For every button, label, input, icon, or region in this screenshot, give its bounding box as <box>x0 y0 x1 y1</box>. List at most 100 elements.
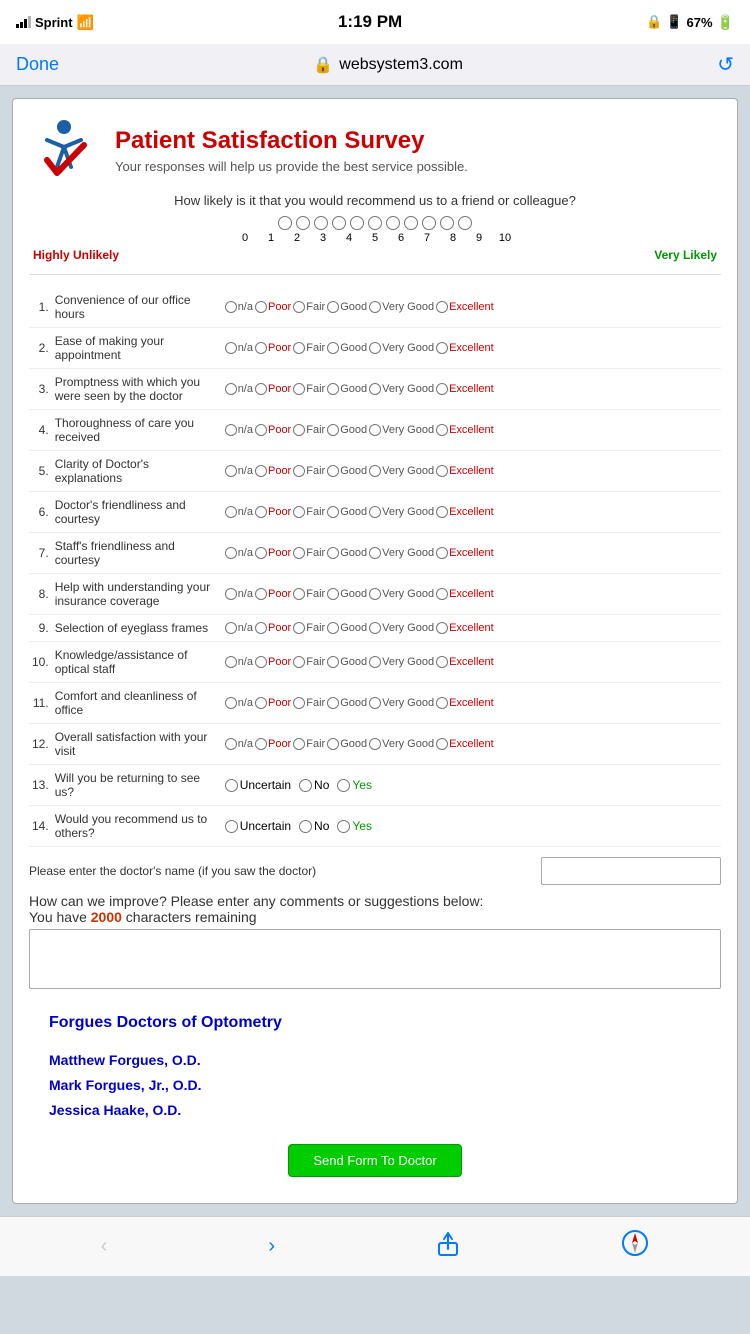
radio-poor[interactable] <box>255 738 267 750</box>
option-na[interactable]: n/a <box>225 588 253 600</box>
radio-na[interactable] <box>225 424 237 436</box>
scale-radio-7[interactable] <box>404 216 418 230</box>
radio-excellent[interactable] <box>436 656 448 668</box>
option-fair[interactable]: Fair <box>293 588 325 600</box>
option-verygood[interactable]: Very Good <box>369 383 434 395</box>
option-poor[interactable]: Poor <box>255 342 291 354</box>
option-good[interactable]: Good <box>327 656 367 668</box>
radio-poor[interactable] <box>255 342 267 354</box>
option-good[interactable]: Good <box>327 547 367 559</box>
radio-excellent[interactable] <box>436 424 448 436</box>
radio-poor[interactable] <box>255 465 267 477</box>
radio-poor[interactable] <box>255 424 267 436</box>
option-good[interactable]: Good <box>327 383 367 395</box>
option-excellent[interactable]: Excellent <box>436 506 494 518</box>
radio-na[interactable] <box>225 383 237 395</box>
option-fair[interactable]: Fair <box>293 738 325 750</box>
option-fair[interactable]: Fair <box>293 301 325 313</box>
option-verygood[interactable]: Very Good <box>369 342 434 354</box>
scale-radio-8[interactable] <box>422 216 436 230</box>
option-verygood[interactable]: Very Good <box>369 547 434 559</box>
scale-radio-3[interactable] <box>332 216 346 230</box>
submit-button[interactable]: Send Form To Doctor <box>288 1144 461 1177</box>
radio-fair[interactable] <box>293 342 305 354</box>
radio-excellent[interactable] <box>436 622 448 634</box>
radio-verygood[interactable] <box>369 588 381 600</box>
radio-fair[interactable] <box>293 738 305 750</box>
radio-good[interactable] <box>327 738 339 750</box>
radio-na[interactable] <box>225 622 237 634</box>
option-excellent[interactable]: Excellent <box>436 301 494 313</box>
radio-verygood[interactable] <box>369 424 381 436</box>
option-verygood[interactable]: Very Good <box>369 301 434 313</box>
radio-good[interactable] <box>327 697 339 709</box>
option-excellent[interactable]: Excellent <box>436 465 494 477</box>
option-na[interactable]: n/a <box>225 506 253 518</box>
radio-excellent[interactable] <box>436 465 448 477</box>
option-fair[interactable]: Fair <box>293 622 325 634</box>
option-yes[interactable]: Yes <box>337 778 372 792</box>
option-excellent[interactable]: Excellent <box>436 424 494 436</box>
option-na[interactable]: n/a <box>225 383 253 395</box>
radio-fair[interactable] <box>293 465 305 477</box>
option-uncertain[interactable]: Uncertain <box>225 819 291 833</box>
scale-radio-4[interactable] <box>350 216 364 230</box>
option-fair[interactable]: Fair <box>293 424 325 436</box>
option-fair[interactable]: Fair <box>293 547 325 559</box>
option-fair[interactable]: Fair <box>293 656 325 668</box>
option-good[interactable]: Good <box>327 342 367 354</box>
option-excellent[interactable]: Excellent <box>436 738 494 750</box>
scale-radio-1[interactable] <box>296 216 310 230</box>
radio-verygood[interactable] <box>369 697 381 709</box>
radio-excellent[interactable] <box>436 738 448 750</box>
radio-excellent[interactable] <box>436 506 448 518</box>
radio-verygood[interactable] <box>369 547 381 559</box>
radio-excellent[interactable] <box>436 697 448 709</box>
option-poor[interactable]: Poor <box>255 506 291 518</box>
radio-excellent[interactable] <box>436 342 448 354</box>
option-poor[interactable]: Poor <box>255 622 291 634</box>
radio-no[interactable] <box>299 820 312 833</box>
option-poor[interactable]: Poor <box>255 424 291 436</box>
radio-fair[interactable] <box>293 301 305 313</box>
option-na[interactable]: n/a <box>225 656 253 668</box>
radio-good[interactable] <box>327 506 339 518</box>
option-poor[interactable]: Poor <box>255 301 291 313</box>
radio-good[interactable] <box>327 424 339 436</box>
option-na[interactable]: n/a <box>225 342 253 354</box>
option-excellent[interactable]: Excellent <box>436 342 494 354</box>
option-poor[interactable]: Poor <box>255 383 291 395</box>
comments-textarea[interactable] <box>29 929 721 989</box>
option-poor[interactable]: Poor <box>255 588 291 600</box>
option-fair[interactable]: Fair <box>293 697 325 709</box>
radio-verygood[interactable] <box>369 622 381 634</box>
option-excellent[interactable]: Excellent <box>436 656 494 668</box>
radio-verygood[interactable] <box>369 465 381 477</box>
option-excellent[interactable]: Excellent <box>436 383 494 395</box>
option-verygood[interactable]: Very Good <box>369 697 434 709</box>
radio-excellent[interactable] <box>436 588 448 600</box>
radio-fair[interactable] <box>293 506 305 518</box>
radio-na[interactable] <box>225 738 237 750</box>
option-good[interactable]: Good <box>327 424 367 436</box>
radio-good[interactable] <box>327 301 339 313</box>
radio-poor[interactable] <box>255 656 267 668</box>
radio-fair[interactable] <box>293 383 305 395</box>
radio-good[interactable] <box>327 342 339 354</box>
radio-poor[interactable] <box>255 547 267 559</box>
option-na[interactable]: n/a <box>225 547 253 559</box>
scale-radio-6[interactable] <box>386 216 400 230</box>
option-fair[interactable]: Fair <box>293 506 325 518</box>
option-excellent[interactable]: Excellent <box>436 547 494 559</box>
radio-yes[interactable] <box>337 820 350 833</box>
radio-poor[interactable] <box>255 383 267 395</box>
option-na[interactable]: n/a <box>225 622 253 634</box>
option-verygood[interactable]: Very Good <box>369 656 434 668</box>
option-no[interactable]: No <box>299 778 329 792</box>
radio-poor[interactable] <box>255 301 267 313</box>
option-excellent[interactable]: Excellent <box>436 622 494 634</box>
radio-verygood[interactable] <box>369 656 381 668</box>
option-verygood[interactable]: Very Good <box>369 424 434 436</box>
radio-verygood[interactable] <box>369 738 381 750</box>
radio-fair[interactable] <box>293 588 305 600</box>
